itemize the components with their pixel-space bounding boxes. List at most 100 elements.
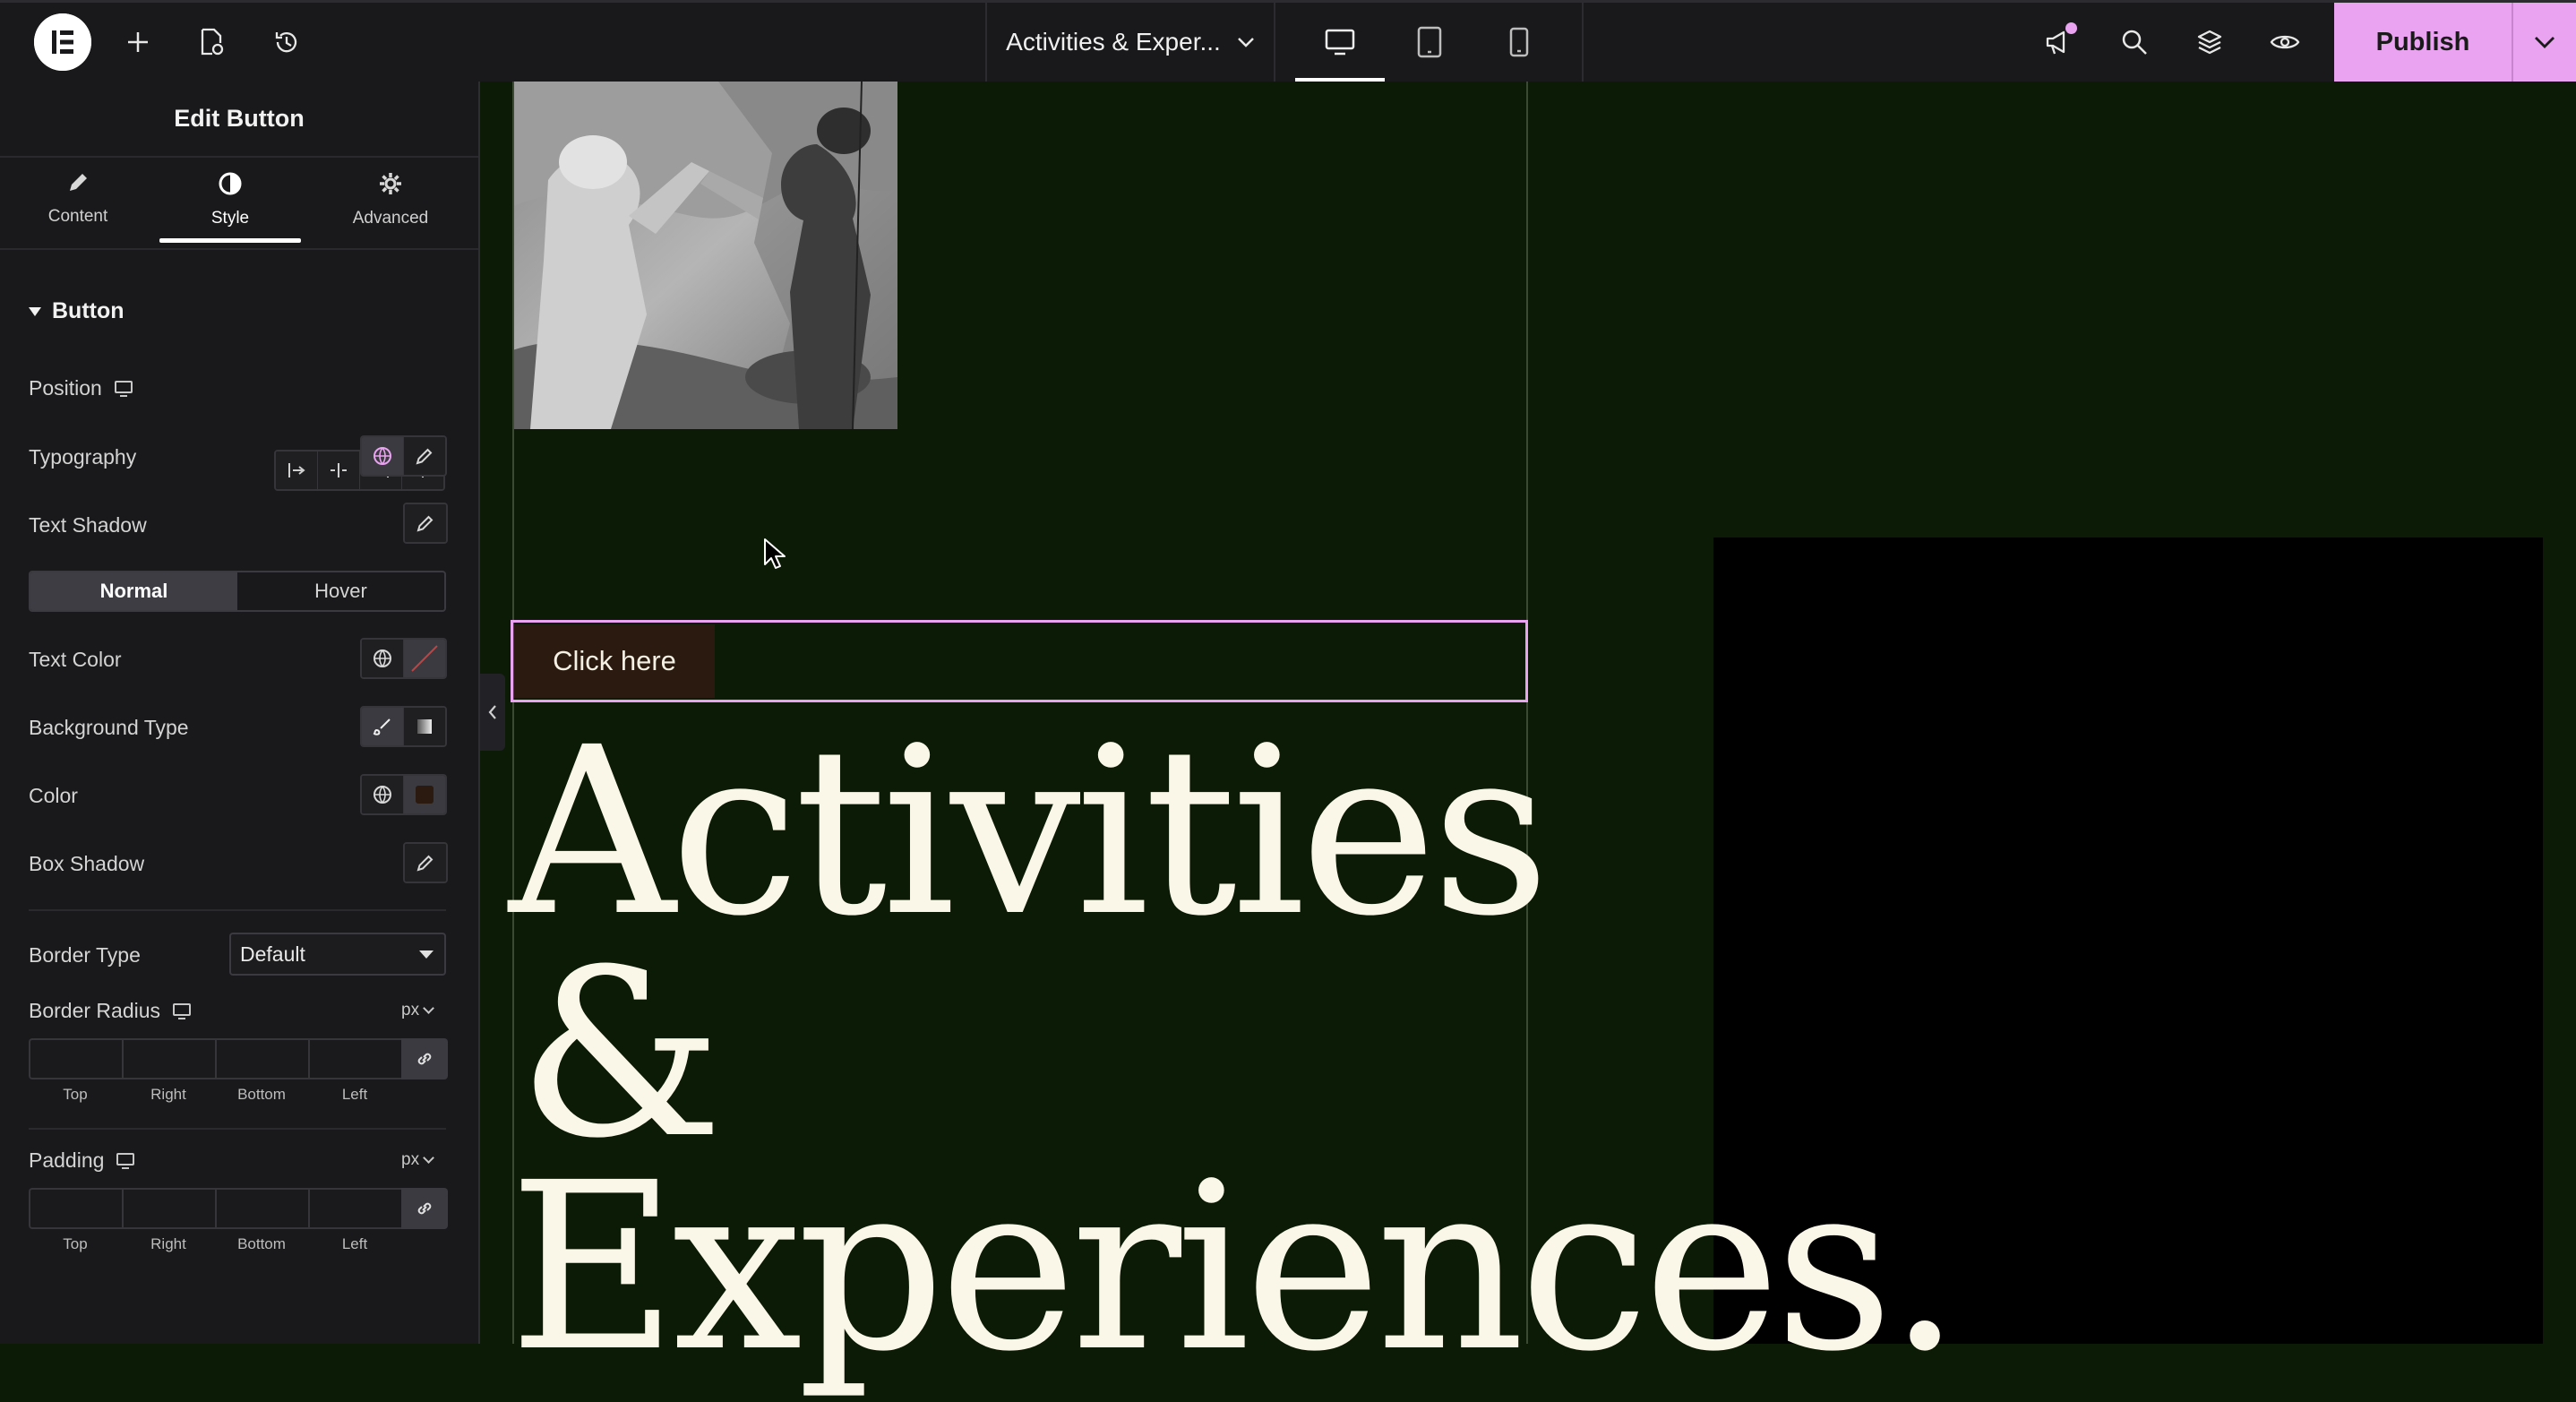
background-gradient-button[interactable]: [404, 708, 445, 745]
global-typography-button[interactable]: [362, 437, 404, 475]
navigator-button[interactable]: [2189, 3, 2230, 82]
page-settings-button[interactable]: [193, 3, 229, 82]
text-shadow-label: Text Shadow: [29, 513, 147, 537]
climbers-photo[interactable]: [512, 82, 897, 429]
no-color-icon: [411, 645, 438, 672]
document-title-dropdown[interactable]: Activities & Exper...: [987, 3, 1274, 82]
device-mobile-button[interactable]: [1474, 3, 1564, 82]
box-shadow-label: Box Shadow: [29, 852, 145, 875]
padding-bottom-input[interactable]: [215, 1188, 308, 1229]
padding-dim-labels: Top Right Bottom Left: [29, 1235, 401, 1253]
notifications-button[interactable]: [2039, 3, 2080, 82]
hero-heading-line-1[interactable]: Activities: [509, 717, 1550, 948]
tab-content[interactable]: Content: [7, 171, 149, 243]
search-button[interactable]: [2114, 3, 2155, 82]
border-radius-inputs: [29, 1038, 448, 1079]
text-color-label: Text Color: [29, 648, 122, 671]
plus-icon: [128, 32, 148, 52]
elementor-logo-button[interactable]: [34, 13, 91, 71]
dim-label-bottom: Bottom: [237, 1086, 286, 1103]
tab-normal[interactable]: Normal: [30, 572, 237, 610]
tablet-icon: [1417, 26, 1442, 58]
padding-left-input[interactable]: [308, 1188, 401, 1229]
section-title: Button: [52, 298, 125, 323]
background-classic-button[interactable]: [362, 708, 404, 745]
edit-text-shadow-button[interactable]: [405, 504, 446, 542]
dim-label-left: Left: [341, 1235, 368, 1252]
globe-icon: [374, 447, 391, 465]
search-icon: [2122, 30, 2147, 55]
border-radius-right-input[interactable]: [122, 1038, 215, 1079]
border-radius-left-input[interactable]: [308, 1038, 401, 1079]
tab-label: Advanced: [352, 209, 429, 228]
link-values-button[interactable]: [401, 1038, 448, 1079]
tab-label: Style: [210, 209, 250, 228]
unit-text: px: [401, 1150, 420, 1169]
link-values-button[interactable]: [401, 1188, 448, 1229]
tab-advanced[interactable]: Advanced: [320, 171, 461, 243]
responsive-monitor-icon[interactable]: [116, 1152, 135, 1169]
border-radius-top-input[interactable]: [29, 1038, 122, 1079]
border-radius-unit-select[interactable]: px: [401, 1001, 434, 1020]
top-bar: Activities & Exper... Publish: [0, 0, 2576, 82]
add-element-button[interactable]: [120, 3, 156, 82]
edit-box-shadow-button[interactable]: [405, 844, 446, 882]
align-start-button[interactable]: [276, 452, 318, 489]
document-title: Activities & Exper...: [1006, 28, 1221, 56]
align-start-icon: [288, 463, 305, 477]
border-type-value: Default: [240, 942, 305, 966]
tab-hover[interactable]: Hover: [237, 572, 444, 610]
divider: [29, 1128, 446, 1130]
click-here-button[interactable]: Click here: [514, 624, 715, 698]
responsive-monitor-icon[interactable]: [173, 1002, 192, 1019]
border-radius-bottom-input[interactable]: [215, 1038, 308, 1079]
hero-heading-line-3[interactable]: Experiences.: [509, 1152, 1962, 1383]
pencil-icon: [416, 855, 434, 872]
layers-icon: [2197, 30, 2222, 55]
color-controls: [360, 774, 447, 815]
publish-options-button[interactable]: [2512, 3, 2576, 82]
align-center-icon: [331, 463, 347, 477]
chevron-down-icon: [1237, 38, 1254, 47]
box-shadow-controls: [403, 842, 448, 883]
position-text: Position: [29, 376, 102, 400]
global-color-button[interactable]: [362, 640, 404, 677]
pencil-icon: [416, 515, 434, 532]
global-color-button[interactable]: [362, 776, 404, 813]
align-center-button[interactable]: [318, 452, 360, 489]
device-tablet-button[interactable]: [1385, 3, 1474, 82]
link-icon: [417, 1202, 432, 1215]
climbers-photo-graphic: [512, 82, 897, 429]
chevron-down-icon: [423, 1151, 434, 1164]
padding-label: Padding: [29, 1148, 135, 1173]
typography-label: Typography: [29, 445, 137, 469]
panel-title: Edit Button: [0, 82, 478, 158]
collapse-panel-button[interactable]: [480, 674, 505, 751]
padding-top-input[interactable]: [29, 1188, 122, 1229]
section-toggle-button[interactable]: Button: [29, 298, 125, 324]
desktop-icon: [1325, 29, 1355, 56]
unit-text: px: [401, 1001, 420, 1019]
background-type-controls: [360, 706, 447, 747]
tab-style[interactable]: Style: [159, 171, 301, 243]
pencil-icon: [70, 174, 87, 191]
background-color-swatch[interactable]: [404, 776, 445, 813]
chevron-left-icon: [488, 705, 496, 719]
caret-down-icon: [419, 950, 434, 959]
border-type-select[interactable]: Default: [229, 933, 446, 976]
page-settings-icon: [201, 28, 224, 56]
divider: [29, 909, 446, 911]
publish-button[interactable]: Publish: [2334, 3, 2512, 82]
dim-label-right: Right: [150, 1235, 186, 1252]
mouse-cursor: [763, 538, 786, 574]
device-desktop-button[interactable]: [1295, 3, 1385, 82]
padding-right-input[interactable]: [122, 1188, 215, 1229]
responsive-monitor-icon[interactable]: [114, 380, 133, 397]
history-button[interactable]: [269, 3, 305, 82]
text-color-swatch[interactable]: [404, 640, 445, 677]
preview-button[interactable]: [2264, 3, 2306, 82]
edit-typography-button[interactable]: [404, 437, 445, 475]
caret-down-icon: [29, 306, 41, 316]
border-radius-label: Border Radius: [29, 999, 192, 1023]
padding-unit-select[interactable]: px: [401, 1150, 434, 1170]
